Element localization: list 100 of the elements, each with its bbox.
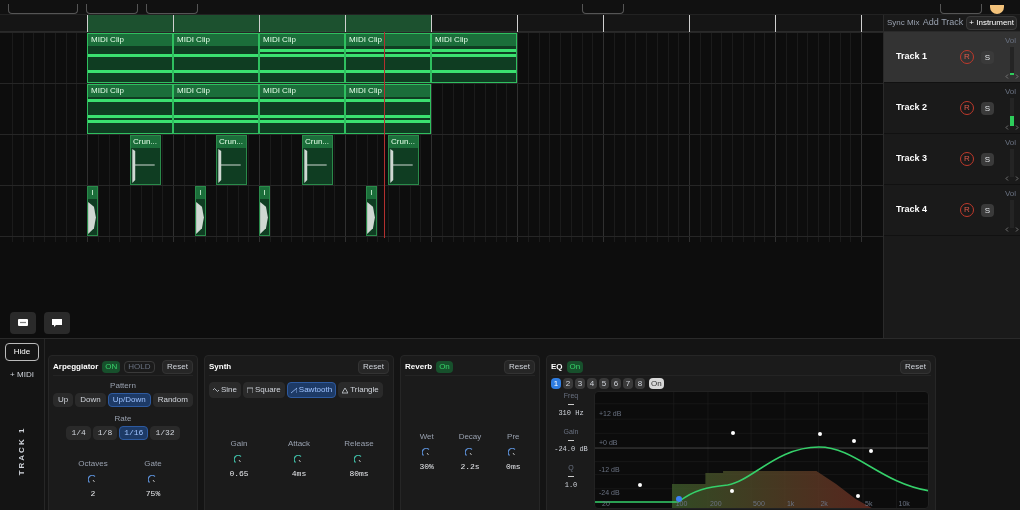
waveform-icon: [260, 199, 269, 235]
knob-icon[interactable]: [421, 448, 432, 456]
band-handle[interactable]: [856, 494, 861, 498]
option-button[interactable]: 1/32: [150, 426, 180, 440]
band-tab[interactable]: 6: [611, 378, 621, 389]
clip-label: Crun...: [303, 136, 332, 148]
band-handle[interactable]: [675, 496, 682, 502]
solo-button[interactable]: S: [981, 152, 994, 166]
waveform-icon: [367, 199, 376, 235]
chat-button[interactable]: [10, 312, 36, 334]
audio-clip[interactable]: I: [195, 186, 206, 236]
audio-clip[interactable]: Crun...: [302, 135, 333, 185]
knob-icon[interactable]: [234, 455, 244, 463]
band-handle[interactable]: [729, 489, 734, 493]
power-toggle[interactable]: On: [436, 360, 453, 373]
sync-mix-label[interactable]: Sync Mix: [887, 17, 920, 29]
toolbar-button[interactable]: [940, 4, 982, 14]
option-button[interactable]: Up: [53, 393, 74, 407]
midi-clip[interactable]: MIDI Clip: [173, 84, 259, 134]
midi-clip[interactable]: MIDI Clip: [345, 84, 431, 134]
waveform-button[interactable]: Square: [243, 382, 285, 398]
option-button[interactable]: Down: [75, 393, 106, 407]
toolbar-button[interactable]: [146, 4, 198, 14]
option-button[interactable]: 1/8: [92, 426, 118, 440]
band-handle[interactable]: [869, 449, 874, 453]
reset-button[interactable]: Reset: [504, 359, 535, 374]
reset-button[interactable]: Reset: [358, 359, 389, 374]
knob-icon[interactable]: [568, 403, 574, 406]
band-toggle[interactable]: On: [649, 378, 664, 389]
option-button[interactable]: 1/16: [119, 426, 149, 440]
clip-label: Crun...: [389, 136, 418, 148]
solo-button[interactable]: S: [981, 50, 994, 64]
toolbar-button[interactable]: [8, 4, 78, 14]
hold-toggle[interactable]: HOLD: [124, 360, 155, 373]
band-tab[interactable]: 5: [599, 378, 609, 389]
message-button[interactable]: [44, 312, 70, 334]
knob-icon[interactable]: [568, 475, 574, 478]
hide-button[interactable]: Hide: [5, 343, 39, 361]
band-tab[interactable]: 8: [635, 378, 645, 389]
waveform-button[interactable]: Triangle: [338, 382, 383, 398]
band-tab[interactable]: 3: [575, 378, 585, 389]
option-button[interactable]: Random: [152, 393, 193, 407]
waveform-button[interactable]: Sawtooth: [286, 382, 337, 398]
clip-label: I: [196, 187, 205, 199]
waveform-button[interactable]: Sine: [209, 382, 241, 398]
audio-clip[interactable]: I: [259, 186, 270, 236]
add-instrument-button[interactable]: + Instrument: [966, 16, 1017, 30]
clip-label: MIDI Clip: [174, 34, 258, 46]
avatar[interactable]: [990, 5, 1004, 14]
audio-clip[interactable]: Crun...: [130, 135, 161, 185]
band-handle[interactable]: [817, 432, 822, 436]
knob-label: Wet: [419, 431, 434, 443]
power-toggle[interactable]: ON: [102, 360, 121, 373]
option-button[interactable]: 1/4: [66, 426, 91, 440]
knob-label: Octaves: [78, 458, 108, 470]
vol-label: Vol: [1004, 35, 1016, 47]
knob-icon[interactable]: [465, 448, 475, 456]
knob-icon[interactable]: [88, 475, 98, 483]
audio-clip[interactable]: I: [366, 186, 377, 236]
rate-label: Rate: [114, 413, 132, 425]
midi-clip[interactable]: MIDI Clip: [87, 84, 173, 134]
mixer-track[interactable]: Track 1 Vol R S: [884, 32, 1020, 83]
midi-clip[interactable]: MIDI Clip: [345, 33, 431, 83]
band-tab[interactable]: 7: [623, 378, 633, 389]
toolbar-button[interactable]: [582, 4, 624, 14]
waveform-icon: [217, 148, 242, 184]
midi-clip[interactable]: MIDI Clip: [87, 33, 173, 83]
triangle-wave-icon: [342, 386, 349, 394]
pan-arrows-icon[interactable]: [1005, 125, 1019, 130]
band-handle[interactable]: [638, 483, 643, 487]
panel-title: Reverb: [405, 360, 433, 373]
option-button[interactable]: Up/Down: [107, 393, 151, 407]
band-tab[interactable]: 1: [551, 378, 561, 389]
waveform-icon: [196, 199, 205, 235]
pan-arrows-icon[interactable]: [1005, 74, 1019, 79]
knob-icon[interactable]: [148, 475, 158, 483]
midi-clip[interactable]: MIDI Clip: [259, 33, 345, 83]
solo-button[interactable]: S: [981, 101, 994, 115]
midi-clip[interactable]: MIDI Clip: [431, 33, 517, 83]
audio-clip[interactable]: Crun...: [388, 135, 419, 185]
add-midi-button[interactable]: + MIDI: [10, 369, 34, 381]
reset-button[interactable]: Reset: [900, 359, 931, 374]
midi-clip[interactable]: MIDI Clip: [173, 33, 259, 83]
track-name: Track 4: [896, 203, 928, 217]
power-toggle[interactable]: On: [566, 360, 584, 373]
knob-icon[interactable]: [568, 439, 574, 442]
midi-clip[interactable]: MIDI Clip: [259, 84, 345, 134]
clip-label: MIDI Clip: [346, 85, 430, 97]
band-handle[interactable]: [730, 431, 735, 435]
audio-clip[interactable]: Crun...: [216, 135, 247, 185]
reset-button[interactable]: Reset: [162, 359, 193, 374]
band-handle[interactable]: [852, 439, 857, 443]
band-tab[interactable]: 4: [587, 378, 597, 389]
solo-button[interactable]: S: [981, 203, 994, 217]
audio-clip[interactable]: I: [87, 186, 98, 236]
knob-icon[interactable]: [354, 455, 364, 463]
knob-icon[interactable]: [294, 455, 304, 463]
band-tab[interactable]: 2: [563, 378, 573, 389]
clip-label: MIDI Clip: [88, 34, 172, 46]
toolbar-button[interactable]: [86, 4, 138, 14]
